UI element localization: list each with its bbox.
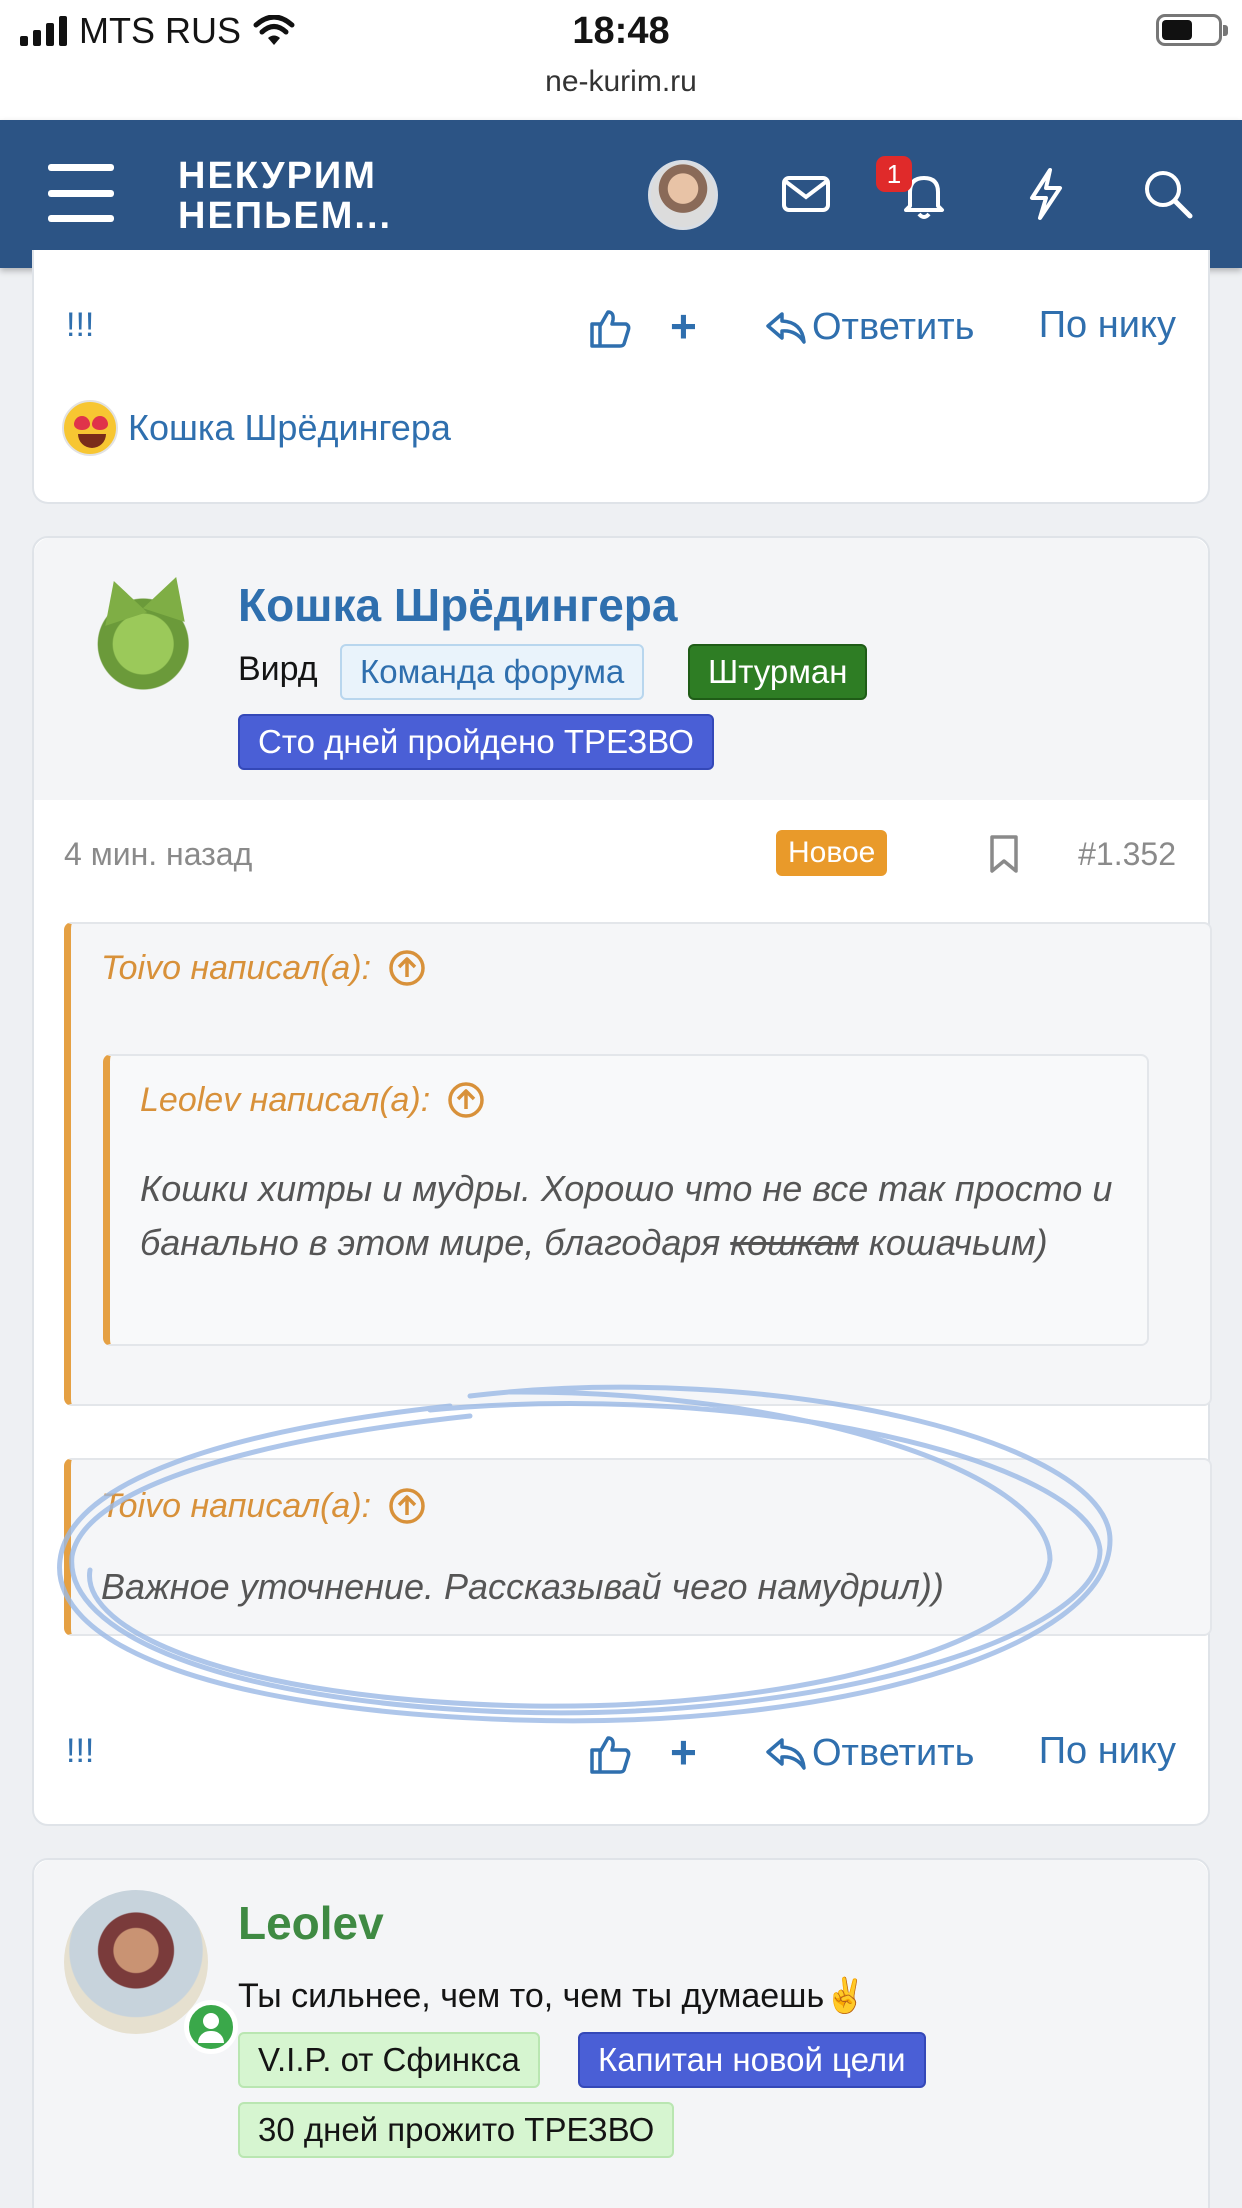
quote-block: Toivo написал(а): Leolev написал(а): Кош… (64, 922, 1212, 1406)
post-actions: !!! + Ответить По нику (34, 1724, 1208, 1784)
post-user-block: Leolev Ты сильнее, чем то, чем ты думаеш… (34, 1860, 1208, 2208)
quote-author: Toivo написал(а): (101, 948, 372, 987)
go-to-quote-icon (448, 1082, 484, 1118)
account-avatar[interactable] (648, 160, 718, 230)
reply-label: Ответить (812, 1731, 975, 1774)
user-title: Вирд (238, 650, 318, 688)
post-actions: !!! + Ответить По нику (34, 298, 1208, 358)
user-banner-hundred-days: Сто дней пройдено ТРЕЗВО (238, 714, 714, 770)
struck-word: кошкам (730, 1222, 859, 1263)
status-bar: MTS RUS 18:48 (0, 0, 1242, 62)
bookmark-icon[interactable] (988, 834, 1020, 874)
author-name[interactable]: Кошка Шрёдингера (238, 578, 678, 632)
reply-button[interactable]: Ответить (762, 304, 974, 350)
site-logo[interactable]: НЕКУРИМ НЕПЬЕМ... (178, 156, 392, 236)
user-banner-thirty-days: 30 дней прожито ТРЕЗВО (238, 2102, 675, 2158)
reply-icon (766, 312, 806, 344)
alerts-count-badge: 1 (876, 156, 912, 192)
nested-quote-author: Leolev написал(а): (140, 1080, 431, 1119)
user-banner-vip: V.I.P. от Сфинкса (238, 2032, 540, 2088)
user-title: Ты сильнее, чем то, чем ты думаешь✌️ (238, 1977, 867, 2015)
multiquote-button[interactable]: + (670, 300, 697, 352)
quote-text-2: Важное уточнение. Рассказывай чего намуд… (101, 1566, 944, 1607)
author-name[interactable]: Leolev (238, 1896, 384, 1950)
reply-icon (766, 1738, 806, 1770)
reaction-user[interactable]: Кошка Шрёдингера (128, 407, 451, 449)
reply-button[interactable]: Ответить (762, 1730, 974, 1776)
post-number[interactable]: #1.352 (1078, 836, 1176, 873)
reply-label: Ответить (812, 305, 975, 348)
quote-header[interactable]: Toivo написал(а): (101, 948, 427, 988)
whats-new-bolt-icon[interactable] (1016, 164, 1076, 224)
nested-quote-header[interactable]: Leolev написал(а): (140, 1080, 486, 1120)
post-user-block: Кошка Шрёдингера Вирд Команда форума Шту… (34, 538, 1208, 800)
menu-icon[interactable] (48, 164, 114, 222)
new-badge: Новое (776, 830, 888, 876)
warn-link[interactable]: !!! (66, 1732, 94, 1771)
logo-line1: НЕКУРИМ (178, 155, 377, 197)
url-bar[interactable]: ne-kurim.ru (0, 62, 1242, 120)
author-avatar[interactable] (64, 1890, 208, 2034)
clock: 18:48 (572, 10, 670, 52)
quote-block-2: Toivo написал(а): Важное уточнение. Расс… (64, 1458, 1212, 1636)
site-header: НЕКУРИМ НЕПЬЕМ... 1 (0, 120, 1242, 268)
reaction-summary[interactable]: Кошка Шрёдингера (62, 400, 451, 456)
user-banner-captain: Капитан новой цели (578, 2032, 926, 2088)
go-to-quote-icon (389, 1488, 425, 1524)
previous-post: !!! + Ответить По нику Кошка Шрёдингера (32, 250, 1210, 504)
by-nick-link[interactable]: По нику (1039, 1730, 1176, 1773)
quote-header-2[interactable]: Toivo написал(а): (101, 1486, 427, 1526)
quote-author-2: Toivo написал(а): (101, 1486, 372, 1525)
next-post: Leolev Ты сильнее, чем то, чем ты думаеш… (32, 1858, 1210, 2208)
nested-quote-block: Leolev написал(а): Кошки хитры и мудры. … (103, 1054, 1149, 1346)
user-banner-team: Команда форума (340, 644, 645, 700)
heart-eyes-emoji-icon (62, 400, 118, 456)
post: Кошка Шрёдингера Вирд Команда форума Шту… (32, 536, 1212, 1826)
like-icon[interactable] (586, 1730, 634, 1778)
nested-quote-text: Кошки хитры и мудры. Хорошо что не все т… (140, 1168, 1113, 1263)
user-banner-navigator: Штурман (688, 644, 868, 700)
go-to-quote-icon (389, 950, 425, 986)
logo-line2: НЕПЬЕМ... (178, 195, 393, 237)
warn-link[interactable]: !!! (66, 306, 94, 345)
like-icon[interactable] (586, 304, 634, 352)
by-nick-link[interactable]: По нику (1039, 304, 1176, 347)
inbox-icon[interactable] (776, 164, 836, 224)
post-time[interactable]: 4 мин. назад (64, 836, 252, 873)
online-status-icon (184, 2000, 238, 2054)
battery-icon (1156, 14, 1228, 46)
multiquote-button[interactable]: + (670, 1726, 697, 1778)
author-avatar[interactable] (64, 570, 208, 716)
search-icon[interactable] (1138, 164, 1198, 224)
